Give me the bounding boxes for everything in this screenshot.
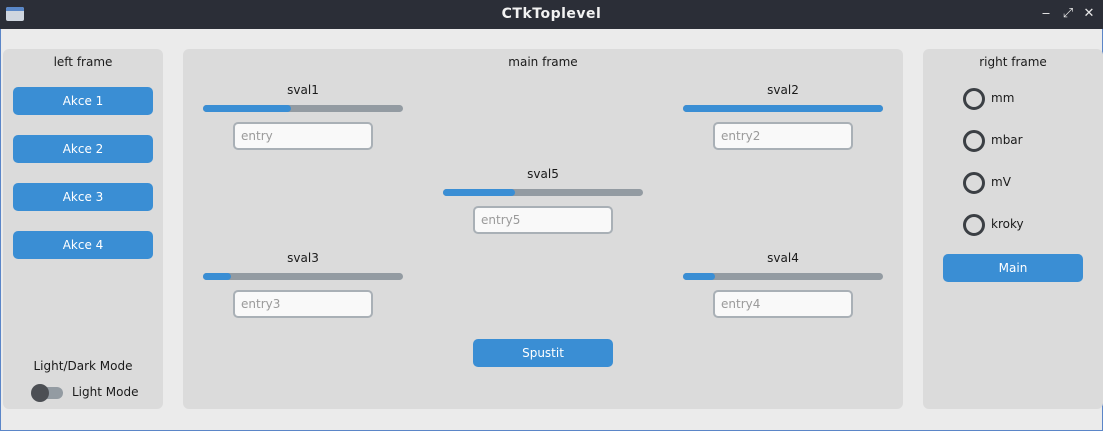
sval5-slider[interactable] [443,189,643,196]
radio-circle-icon [963,172,985,194]
radio-circle-icon [963,130,985,152]
right-frame-title: right frame [979,55,1047,69]
left-frame-title: left frame [53,55,113,69]
slider-fill [683,105,883,112]
switch-label: Light Mode [72,385,139,399]
radio-label: kroky [991,217,1024,231]
sval1-label: sval1 [287,83,319,97]
slider-fill [203,273,231,280]
title-bar[interactable]: CTkToplevel ‒ ⤢ ✕ [0,0,1103,29]
akce-2-button[interactable]: Akce 2 [13,135,153,163]
sval3-slider[interactable] [203,273,403,280]
main-button[interactable]: Main [943,254,1083,282]
radio-label: mV [991,175,1011,189]
sval4-slider[interactable] [683,273,883,280]
switch-knob [31,384,49,402]
slider-fill [203,105,291,112]
maximize-icon[interactable]: ⤢ [1059,5,1077,23]
sval2-slider[interactable] [683,105,883,112]
sval5-label: sval5 [527,167,559,181]
entry1-input[interactable] [233,122,373,150]
entry2-input[interactable] [713,122,853,150]
right-frame: right frame mm mbar mV kroky Main [923,49,1103,409]
main-frame-title: main frame [508,55,578,69]
radio-label: mbar [991,133,1023,147]
slider-fill [683,273,715,280]
sval3-label: sval3 [287,251,319,265]
akce-4-button[interactable]: Akce 4 [13,231,153,259]
entry5-input[interactable] [473,206,613,234]
spustit-button[interactable]: Spustit [473,339,613,367]
left-frame: left frame Akce 1 Akce 2 Akce 3 Akce 4 L… [3,49,163,409]
radio-circle-icon [963,88,985,110]
slider-fill [443,189,515,196]
akce-1-button[interactable]: Akce 1 [13,87,153,115]
sval1-slider[interactable] [203,105,403,112]
sval4-label: sval4 [767,251,799,265]
main-frame: main frame sval1 sval2 sval5 sval3 sval4… [183,49,903,409]
window-body: left frame Akce 1 Akce 2 Akce 3 Akce 4 L… [0,29,1103,431]
radio-circle-icon [963,214,985,236]
minimize-icon[interactable]: ‒ [1037,5,1055,23]
sval2-label: sval2 [767,83,799,97]
radio-label: mm [991,91,1015,105]
akce-3-button[interactable]: Akce 3 [13,183,153,211]
entry3-input[interactable] [233,290,373,318]
window-title: CTkToplevel [501,6,602,22]
appearance-mode-label: Light/Dark Mode [33,359,133,373]
close-icon[interactable]: ✕ [1080,5,1098,23]
entry4-input[interactable] [713,290,853,318]
appearance-switch[interactable] [31,384,65,402]
